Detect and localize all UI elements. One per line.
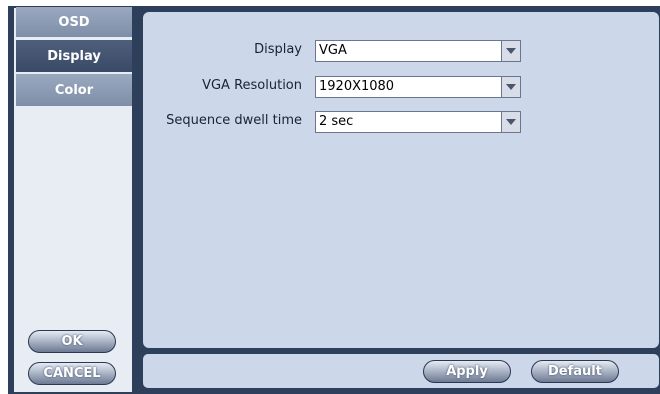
display-label: Display bbox=[254, 42, 302, 57]
tab-color[interactable]: Color bbox=[16, 74, 132, 106]
vga-resolution-value: 1920X1080 bbox=[319, 79, 395, 94]
tab-display[interactable]: Display bbox=[16, 40, 132, 72]
tab-color-label: Color bbox=[54, 82, 94, 98]
cancel-button-label: CANCEL bbox=[43, 366, 101, 381]
ok-button[interactable]: OK bbox=[28, 330, 116, 353]
dropdown-arrow-icon[interactable] bbox=[501, 112, 520, 132]
settings-panel bbox=[143, 12, 659, 348]
display-row: Display VGA bbox=[143, 40, 659, 62]
default-button-label: Default bbox=[548, 364, 602, 379]
display-select[interactable]: VGA bbox=[315, 40, 521, 62]
sequence-dwell-label: Sequence dwell time bbox=[166, 113, 302, 128]
apply-button-label: Apply bbox=[446, 364, 488, 379]
tab-osd[interactable]: OSD bbox=[16, 7, 132, 37]
sequence-dwell-row: Sequence dwell time 2 sec bbox=[143, 111, 659, 133]
default-button[interactable]: Default bbox=[531, 360, 619, 383]
tab-display-label: Display bbox=[47, 48, 101, 64]
dropdown-arrow-icon[interactable] bbox=[501, 41, 520, 61]
sequence-dwell-value: 2 sec bbox=[319, 114, 354, 129]
apply-button[interactable]: Apply bbox=[423, 360, 511, 383]
ok-button-label: OK bbox=[61, 334, 83, 349]
cancel-button[interactable]: CANCEL bbox=[28, 362, 116, 385]
sequence-dwell-select[interactable]: 2 sec bbox=[315, 111, 521, 133]
vga-resolution-row: VGA Resolution 1920X1080 bbox=[143, 76, 659, 98]
dropdown-arrow-icon[interactable] bbox=[501, 77, 520, 97]
vga-resolution-select[interactable]: 1920X1080 bbox=[315, 76, 521, 98]
display-value: VGA bbox=[319, 43, 347, 58]
vga-resolution-label: VGA Resolution bbox=[202, 78, 302, 93]
tab-osd-label: OSD bbox=[58, 14, 90, 30]
